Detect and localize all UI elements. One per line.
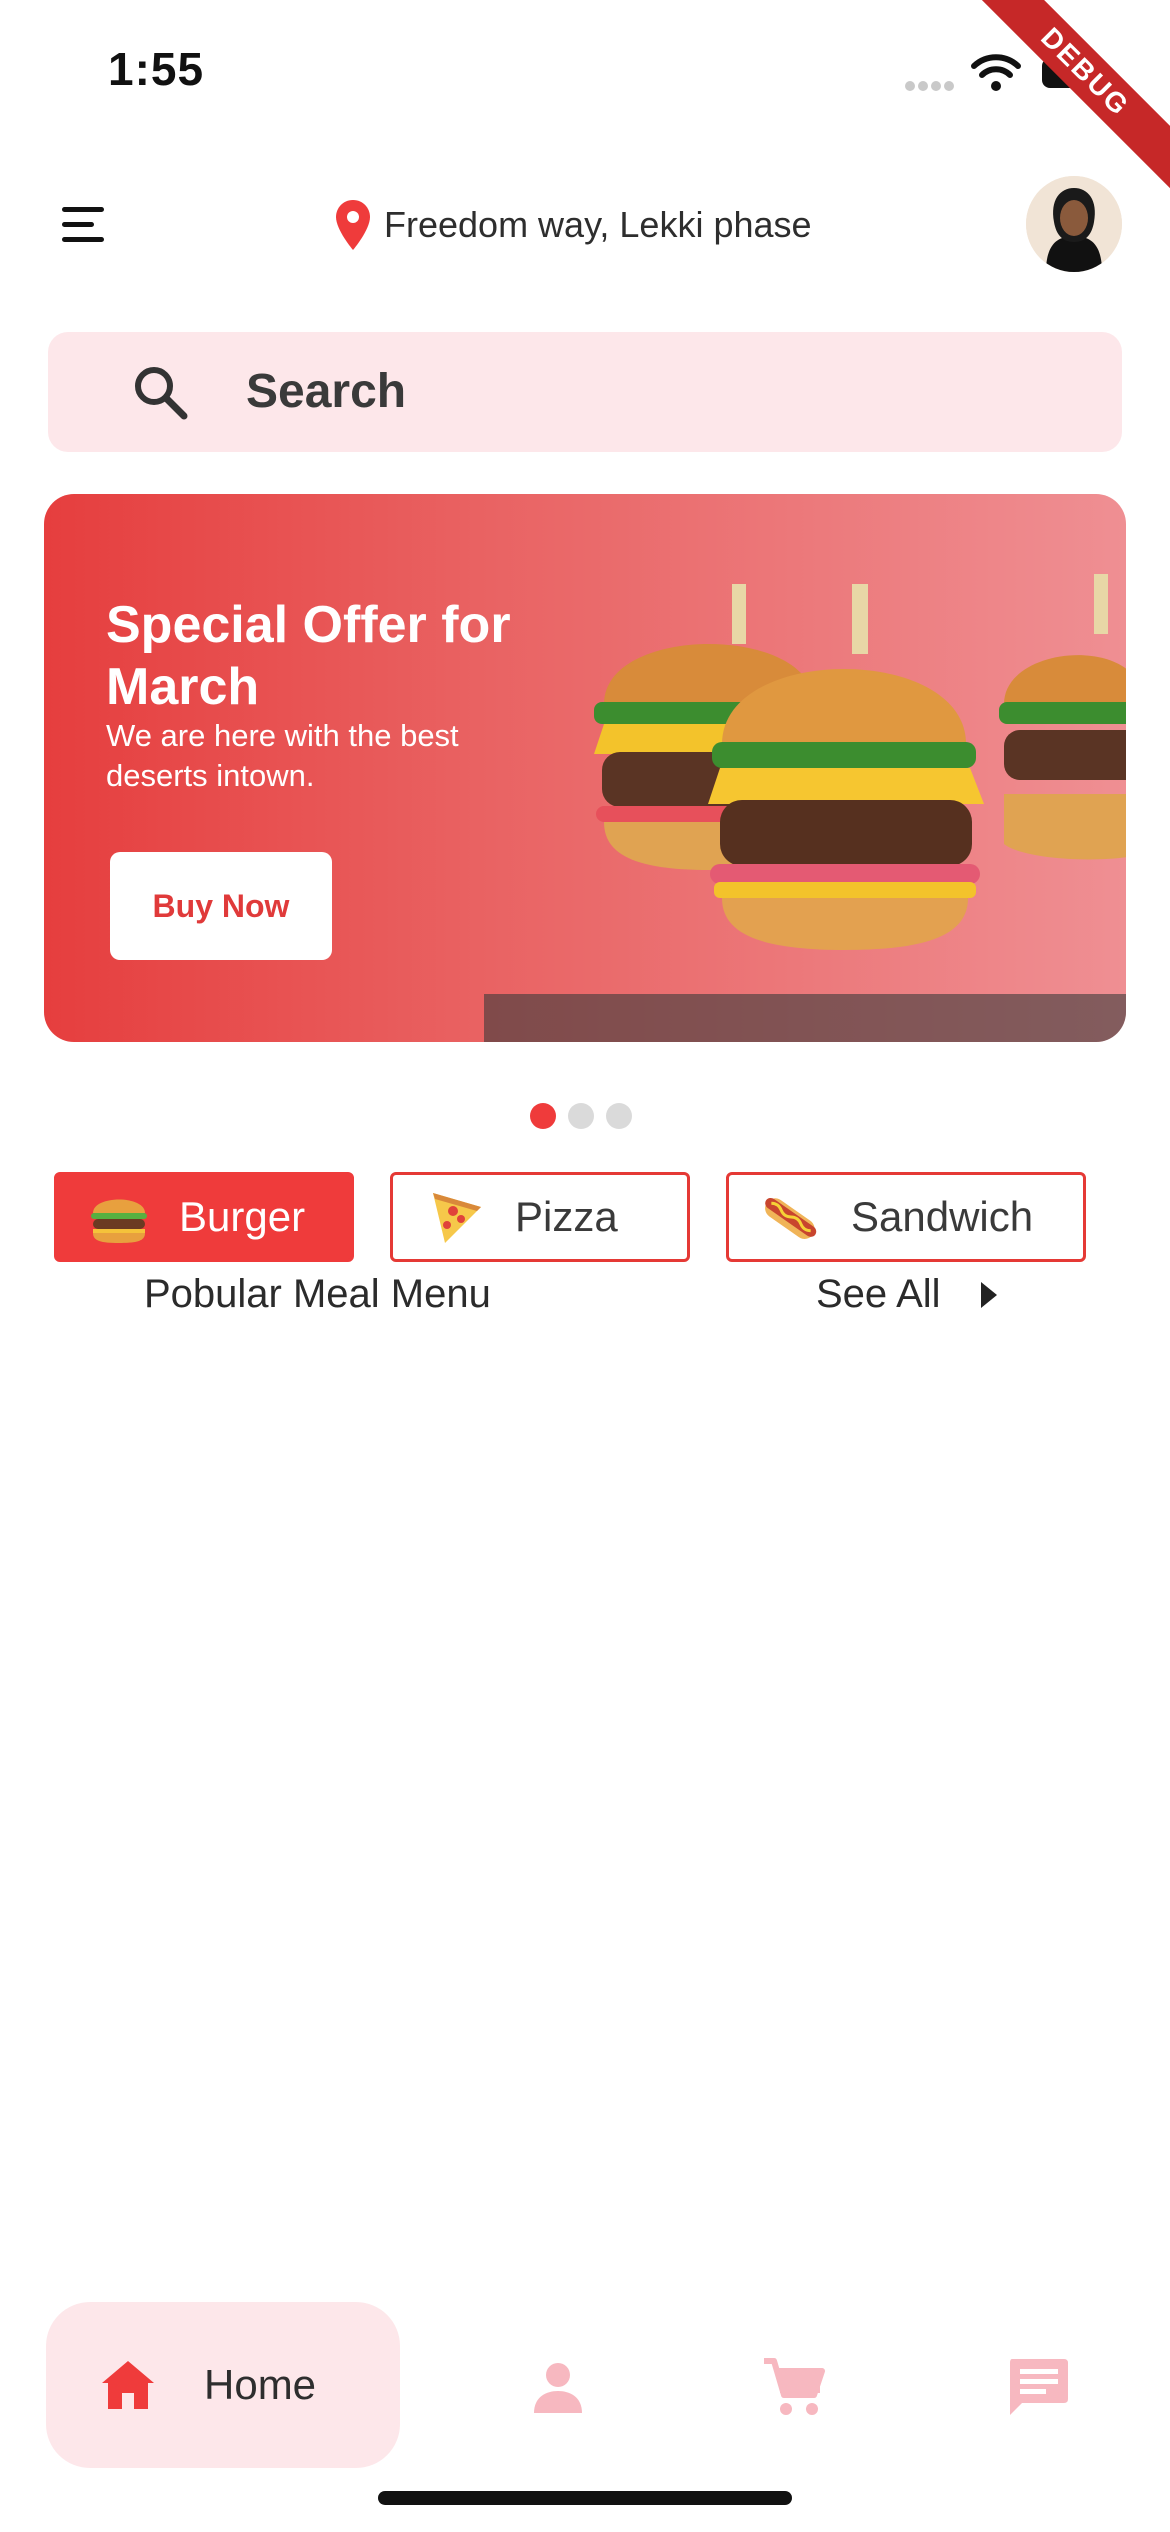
home-icon [102,2361,154,2409]
location-selector[interactable]: Freedom way, Lekki phase [336,200,812,250]
section-title: Pobular Meal Menu [144,1272,491,1316]
nav-home-label: Home [204,2361,317,2408]
category-burger[interactable]: Burger [54,1172,354,1262]
carousel-dot-3[interactable] [606,1103,632,1129]
carousel-indicator[interactable] [530,1103,632,1129]
see-all-label: See All [816,1272,941,1316]
chevron-right-icon [980,1281,997,1308]
burgers-image [484,574,1126,1042]
see-all-link[interactable]: See All [816,1272,997,1317]
menu-icon[interactable] [62,205,106,245]
wifi-icon [971,54,1021,91]
banner-title: Special Offer for March [106,596,511,716]
user-avatar[interactable] [1026,176,1122,272]
burger-icon [91,1199,147,1243]
pizza-icon [433,1193,481,1243]
category-pizza[interactable]: Pizza [390,1172,690,1262]
category-label: Burger [179,1193,306,1240]
location-text: Freedom way, Lekki phase [384,204,812,245]
person-icon[interactable] [526,2355,590,2419]
carousel-dot-1[interactable] [530,1103,556,1129]
home-indicator [378,2491,792,2505]
category-sandwich[interactable]: Sandwich [726,1172,1086,1262]
buy-now-button[interactable]: Buy Now [110,852,332,960]
banner-subtitle: We are here with the best deserts intown… [106,718,459,793]
search-bar[interactable]: Search [48,332,1122,452]
chat-icon[interactable] [1006,2355,1070,2419]
cart-icon[interactable] [762,2355,826,2419]
category-label: Pizza [515,1193,618,1240]
cellular-signal-icon [905,78,957,96]
debug-banner: DEBUG [966,0,1170,191]
nav-home[interactable]: Home [46,2302,400,2468]
status-time: 1:55 [108,43,205,95]
carousel-dot-2[interactable] [568,1103,594,1129]
category-label: Sandwich [851,1193,1034,1240]
search-icon [135,367,188,420]
hotdog-icon [765,1197,817,1239]
promo-banner[interactable]: Special Offer for March We are here with… [44,494,1126,1042]
search-placeholder: Search [246,365,407,418]
location-pin-icon [336,200,370,250]
